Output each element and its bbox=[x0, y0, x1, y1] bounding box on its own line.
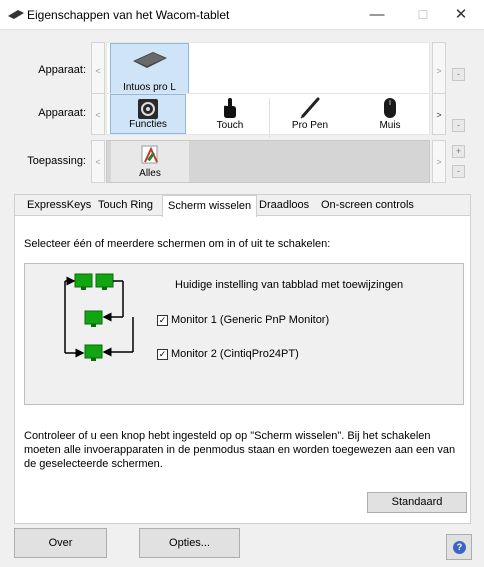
app-remove-button[interactable]: - bbox=[452, 165, 465, 178]
minimize-button[interactable]: — bbox=[354, 0, 400, 30]
mouse-icon bbox=[384, 98, 396, 118]
tool-remove-button[interactable]: - bbox=[452, 119, 465, 132]
tab-draadloos[interactable]: Draadloos bbox=[259, 199, 309, 211]
monitor-switch-diagram bbox=[64, 273, 134, 361]
tool-strip: Functies Touch Pro Pen Muis bbox=[106, 93, 430, 138]
app-add-button[interactable]: + bbox=[452, 145, 465, 158]
monitor-1-label: Monitor 1 (Generic PnP Monitor) bbox=[171, 314, 330, 326]
tool-label-touch: Touch bbox=[216, 120, 244, 131]
help-button[interactable]: ? bbox=[446, 534, 472, 560]
tool-label-functies: Functies bbox=[129, 119, 167, 130]
application-label: Toepassing: bbox=[27, 155, 86, 167]
touch-hand-icon bbox=[224, 98, 236, 118]
title-bar: Eigenschappen van het Wacom-tablet — ☐ ✕ bbox=[0, 0, 484, 30]
tool-label-muis: Muis bbox=[379, 120, 401, 131]
monitor-2-checkbox[interactable]: ✓ bbox=[157, 349, 168, 360]
device-label: Apparaat: bbox=[38, 64, 86, 76]
tool-tile-functies[interactable]: Functies bbox=[110, 94, 186, 134]
app-scroll-left-button[interactable]: < bbox=[91, 140, 105, 183]
device-tile-intuos[interactable]: Intuos pro L bbox=[110, 43, 189, 97]
tool-tile-muis[interactable]: Muis bbox=[350, 94, 430, 134]
monitor-2-label: Monitor 2 (CintiqPro24PT) bbox=[171, 348, 299, 360]
application-strip: Alles bbox=[106, 140, 430, 183]
tab-scherm-wisselen[interactable]: Scherm wisselen bbox=[162, 195, 258, 217]
tool-label: Apparaat: bbox=[38, 107, 86, 119]
app-scroll-right-button[interactable]: > bbox=[432, 140, 446, 183]
device-scroll-right-button[interactable]: > bbox=[432, 42, 446, 98]
close-button[interactable]: ✕ bbox=[438, 0, 484, 30]
monitor-1-checkbox[interactable]: ✓ bbox=[157, 315, 168, 326]
tab-on-screen-controls[interactable]: On-screen controls bbox=[321, 199, 414, 211]
settings-panel: ExpressKeys Touch Ring Scherm wisselen D… bbox=[14, 194, 471, 524]
functions-icon bbox=[138, 99, 158, 119]
device-remove-button[interactable]: - bbox=[452, 68, 465, 81]
tab-expresskeys[interactable]: ExpressKeys bbox=[27, 199, 91, 211]
pen-icon bbox=[300, 97, 320, 119]
app-tile-label: Alles bbox=[139, 168, 161, 179]
all-apps-icon bbox=[141, 145, 158, 164]
tool-tile-touch[interactable]: Touch bbox=[191, 94, 269, 134]
about-button[interactable]: Over bbox=[14, 528, 107, 558]
tool-tile-pro-pen[interactable]: Pro Pen bbox=[270, 94, 350, 134]
description-text: Controleer of u een knop hebt ingesteld … bbox=[24, 430, 456, 470]
tool-label-pro-pen: Pro Pen bbox=[291, 120, 329, 131]
device-tile-label: Intuos pro L bbox=[123, 82, 176, 93]
tool-scroll-left-button[interactable]: < bbox=[91, 93, 105, 135]
current-setting-label: Huidige instelling van tabblad met toewi… bbox=[175, 279, 404, 291]
help-icon: ? bbox=[453, 541, 466, 554]
tab-touch-ring[interactable]: Touch Ring bbox=[98, 199, 153, 211]
window-title: Eigenschappen van het Wacom-tablet bbox=[27, 8, 230, 22]
app-tile-alles[interactable]: Alles bbox=[111, 141, 189, 182]
instruction-text: Selecteer één of meerdere schermen om in… bbox=[24, 238, 331, 250]
device-strip: Intuos pro L bbox=[106, 42, 430, 98]
default-button[interactable]: Standaard bbox=[367, 492, 467, 513]
tablet-device-icon bbox=[132, 52, 167, 68]
monitor-selection-box: Huidige instelling van tabblad met toewi… bbox=[24, 263, 464, 405]
tool-scroll-right-button[interactable]: > bbox=[432, 93, 446, 135]
tablet-icon bbox=[8, 10, 24, 19]
tab-bar: ExpressKeys Touch Ring Scherm wisselen D… bbox=[15, 195, 470, 217]
options-button[interactable]: Opties... bbox=[139, 528, 240, 558]
device-scroll-left-button[interactable]: < bbox=[91, 42, 105, 98]
